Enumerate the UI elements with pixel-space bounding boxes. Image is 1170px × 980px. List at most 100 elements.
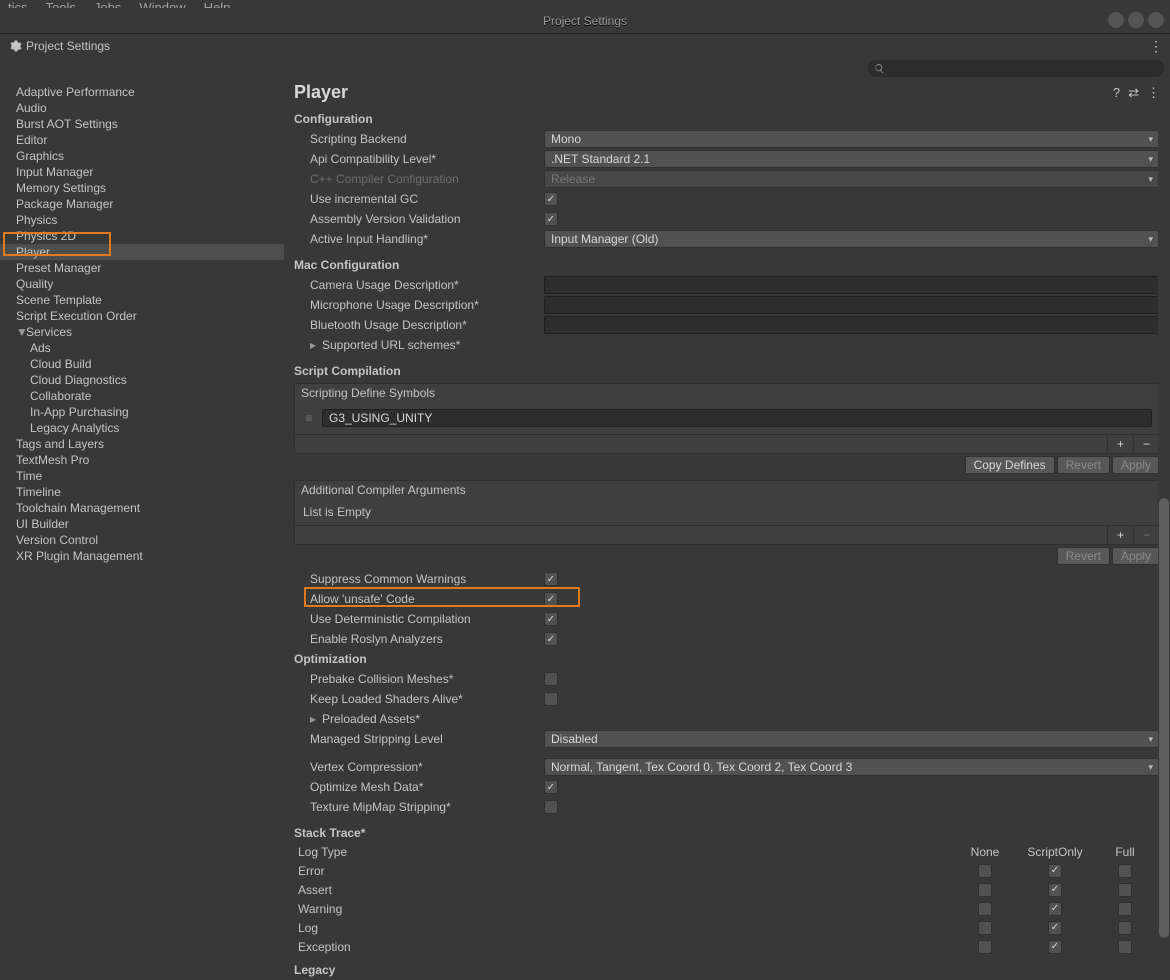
checkbox-asm-validation[interactable] [544,212,558,226]
checkbox-stack[interactable] [1048,864,1062,878]
sidebar-item-cloud-build[interactable]: Cloud Build [0,356,284,372]
sidebar-item-burst-aot-settings[interactable]: Burst AOT Settings [0,116,284,132]
menu-item[interactable]: Help [204,0,231,8]
input-mic-desc[interactable] [544,296,1160,314]
revert-defines-button[interactable]: Revert [1057,456,1110,474]
sidebar-item-audio[interactable]: Audio [0,100,284,116]
define-symbol-input[interactable]: G3_USING_UNITY [322,409,1152,427]
checkbox-stack[interactable] [1048,921,1062,935]
sidebar-item-input-manager[interactable]: Input Manager [0,164,284,180]
checkbox-stack[interactable] [1118,921,1132,935]
sidebar-item-toolchain-management[interactable]: Toolchain Management [0,500,284,516]
select-scripting-backend[interactable]: Mono▾ [544,130,1160,148]
checkbox-stack[interactable] [1118,883,1132,897]
minimize-button[interactable] [1108,12,1124,28]
sidebar-item-ads[interactable]: Ads [0,340,284,356]
sidebar-item-xr-plugin-management[interactable]: XR Plugin Management [0,548,284,564]
sidebar-item-player[interactable]: Player [0,244,284,260]
label-mipmap: Texture MipMap Stripping* [294,800,544,814]
checkbox-stack[interactable] [978,940,992,954]
label-incremental-gc: Use incremental GC [294,192,544,206]
sidebar-item-version-control[interactable]: Version Control [0,532,284,548]
checkbox-shaders-alive[interactable] [544,692,558,706]
sidebar-item-timeline[interactable]: Timeline [0,484,284,500]
expand-icon[interactable]: ▼ [16,326,26,338]
input-bt-desc[interactable] [544,316,1160,334]
label-bt-desc: Bluetooth Usage Description* [294,318,544,332]
sidebar-item-label: Package Manager [16,197,113,211]
sidebar-item-physics-2d[interactable]: Physics 2D [0,228,284,244]
sidebar-item-scene-template[interactable]: Scene Template [0,292,284,308]
tab-project-settings[interactable]: Project Settings [0,35,120,57]
sidebar-item-physics[interactable]: Physics [0,212,284,228]
revert-args-button[interactable]: Revert [1057,547,1110,565]
select-api-compat[interactable]: .NET Standard 2.1▾ [544,150,1160,168]
input-camera-desc[interactable] [544,276,1160,294]
foldout-preloaded-assets[interactable]: ▸Preloaded Assets* [294,712,544,726]
checkbox-stack[interactable] [978,864,992,878]
sidebar-item-script-execution-order[interactable]: Script Execution Order [0,308,284,324]
sidebar-item-quality[interactable]: Quality [0,276,284,292]
checkbox-stack[interactable] [1048,940,1062,954]
checkbox-stack[interactable] [978,921,992,935]
close-button[interactable] [1148,12,1164,28]
checkbox-stack[interactable] [1118,864,1132,878]
checkbox-deterministic[interactable] [544,612,558,626]
sidebar-item-label: TextMesh Pro [16,453,89,467]
checkbox-stack[interactable] [1048,902,1062,916]
add-define-button[interactable]: + [1107,435,1133,453]
sidebar-item-ui-builder[interactable]: UI Builder [0,516,284,532]
sidebar-item-legacy-analytics[interactable]: Legacy Analytics [0,420,284,436]
select-active-input[interactable]: Input Manager (Old)▾ [544,230,1160,248]
copy-defines-button[interactable]: Copy Defines [965,456,1055,474]
apply-defines-button[interactable]: Apply [1112,456,1160,474]
menu-item[interactable]: Jobs [94,0,121,8]
sidebar-item-collaborate[interactable]: Collaborate [0,388,284,404]
checkbox-stack[interactable] [1118,902,1132,916]
checkbox-stack[interactable] [978,883,992,897]
checkbox-allow-unsafe[interactable] [544,592,558,606]
filter-icon[interactable]: ⇄ [1128,85,1139,101]
search-box[interactable] [868,60,1164,77]
checkbox-stack[interactable] [978,902,992,916]
remove-define-button[interactable]: − [1133,435,1159,453]
select-stripping[interactable]: Disabled▾ [544,730,1160,748]
sidebar-item-preset-manager[interactable]: Preset Manager [0,260,284,276]
sidebar-item-tags-and-layers[interactable]: Tags and Layers [0,436,284,452]
checkbox-prebake[interactable] [544,672,558,686]
sidebar-item-in-app-purchasing[interactable]: In-App Purchasing [0,404,284,420]
checkbox-roslyn[interactable] [544,632,558,646]
checkbox-suppress-warnings[interactable] [544,572,558,586]
checkbox-stack[interactable] [1118,940,1132,954]
checkbox-stack[interactable] [1048,883,1062,897]
sidebar-item-adaptive-performance[interactable]: Adaptive Performance [0,84,284,100]
sidebar-item-memory-settings[interactable]: Memory Settings [0,180,284,196]
sidebar-item-editor[interactable]: Editor [0,132,284,148]
sidebar-item-time[interactable]: Time [0,468,284,484]
checkbox-mipmap[interactable] [544,800,558,814]
remove-arg-button[interactable]: − [1133,526,1159,544]
tab-label: Project Settings [26,39,110,53]
drag-handle-icon[interactable]: ≡ [302,411,316,425]
sidebar-item-services[interactable]: ▼Services [0,324,284,340]
menu-item[interactable]: Tools [46,0,76,8]
add-arg-button[interactable]: + [1107,526,1133,544]
checkbox-incremental-gc[interactable] [544,192,558,206]
apply-args-button[interactable]: Apply [1112,547,1160,565]
scrollbar[interactable] [1158,78,1170,980]
sidebar-item-textmesh-pro[interactable]: TextMesh Pro [0,452,284,468]
scrollbar-thumb[interactable] [1159,498,1169,938]
menu-item[interactable]: Window [139,0,185,8]
sidebar-item-cloud-diagnostics[interactable]: Cloud Diagnostics [0,372,284,388]
foldout-url-schemes[interactable]: ▸Supported URL schemes* [294,338,544,352]
sidebar-item-graphics[interactable]: Graphics [0,148,284,164]
sidebar-item-package-manager[interactable]: Package Manager [0,196,284,212]
select-vertex-comp[interactable]: Normal, Tangent, Tex Coord 0, Tex Coord … [544,758,1160,776]
checkbox-optimize-mesh[interactable] [544,780,558,794]
help-icon[interactable]: ? [1113,85,1120,101]
compiler-args-header: Additional Compiler Arguments [295,481,1159,499]
kebab-icon[interactable]: ⋮ [1149,38,1162,55]
maximize-button[interactable] [1128,12,1144,28]
search-input[interactable] [889,61,1158,76]
menu-item[interactable]: tics [8,0,28,8]
